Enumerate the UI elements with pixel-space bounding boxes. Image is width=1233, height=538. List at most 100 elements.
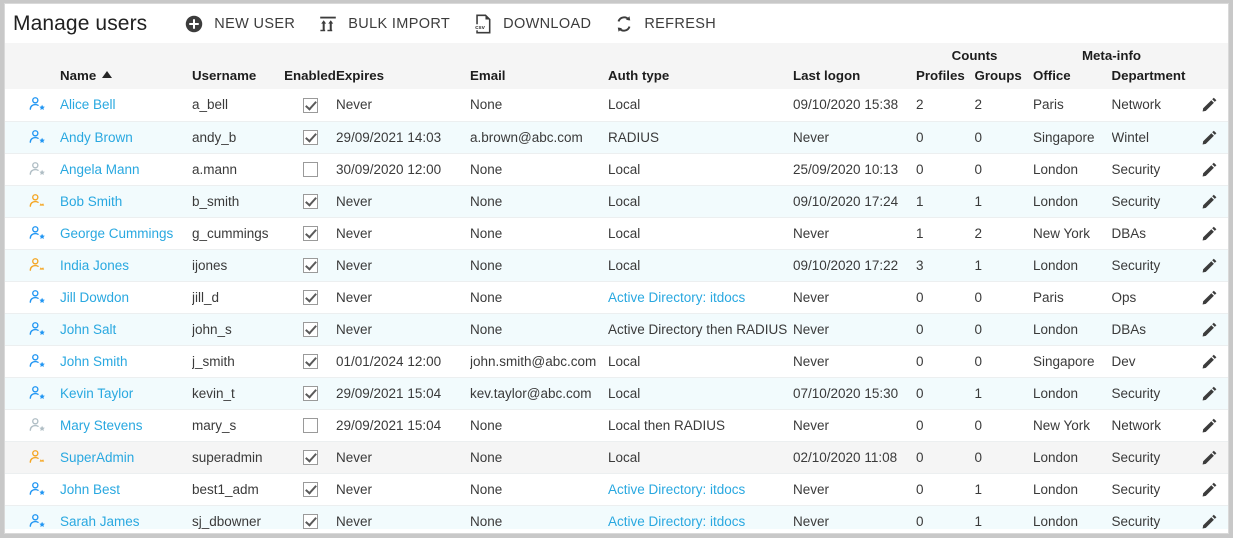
last-logon-cell: Never xyxy=(793,313,916,346)
user-name-link[interactable]: Angela Mann xyxy=(60,162,140,177)
user-name-link[interactable]: John Salt xyxy=(60,322,116,337)
col-header-email[interactable]: Email xyxy=(470,64,608,89)
auth-type-link[interactable]: Active Directory: itdocs xyxy=(608,482,745,497)
auth-type-link[interactable]: Active Directory: itdocs xyxy=(608,290,745,305)
download-button[interactable]: csv DOWNLOAD xyxy=(464,9,605,39)
user-name-link[interactable]: Kevin Taylor xyxy=(60,386,133,401)
table-row[interactable]: Alice Bell a_bell Never None Local 09/10/2020… xyxy=(5,89,1228,122)
enabled-checkbox[interactable] xyxy=(302,129,318,145)
office-cell: New York xyxy=(1033,409,1112,442)
table-row[interactable]: John Salt john_s Never None Active Directory… xyxy=(5,313,1228,346)
auth-type-cell: Local xyxy=(608,345,793,378)
table-row[interactable]: Mary Stevens mary_s 29/09/2021 15:04 None Lo… xyxy=(5,409,1228,442)
enabled-checkbox[interactable] xyxy=(302,161,318,177)
col-header-groups[interactable]: Groups xyxy=(975,64,1034,89)
office-cell: Singapore xyxy=(1033,345,1112,378)
pencil-icon[interactable] xyxy=(1201,353,1218,370)
table-row[interactable]: John Best best1_adm Never None Active Direct… xyxy=(5,473,1228,506)
col-header-edit xyxy=(1190,64,1228,89)
col-header-office[interactable]: Office xyxy=(1033,64,1112,89)
user-name-link[interactable]: Jill Dowdon xyxy=(60,290,129,305)
bulk-import-button[interactable]: BULK IMPORT xyxy=(309,9,464,39)
pencil-icon[interactable] xyxy=(1201,129,1218,146)
user-name-link[interactable]: Alice Bell xyxy=(60,97,116,112)
enabled-checkbox[interactable] xyxy=(302,449,318,465)
enabled-checkbox[interactable] xyxy=(302,193,318,209)
col-header-auth-type[interactable]: Auth type xyxy=(608,64,793,89)
pencil-icon[interactable] xyxy=(1201,161,1218,178)
col-header-name-label: Name xyxy=(60,68,97,83)
auth-type-link[interactable]: Active Directory: itdocs xyxy=(608,514,745,529)
table-row[interactable]: SuperAdmin superadmin Never None Local 02/10/… xyxy=(5,441,1228,474)
auth-type-cell: Local xyxy=(608,185,793,218)
expires-cell: 01/01/2024 12:00 xyxy=(336,345,470,378)
page-title: Manage users xyxy=(13,11,148,35)
enabled-checkbox[interactable] xyxy=(302,513,318,529)
groups-count-cell: 0 xyxy=(974,281,1033,314)
pencil-icon[interactable] xyxy=(1201,193,1218,210)
enabled-checkbox[interactable] xyxy=(302,97,318,113)
table-row[interactable]: Andy Brown andy_b 29/09/2021 14:03 a.brown@… xyxy=(5,121,1228,154)
table-row[interactable]: India Jones ijones Never None Local 09/10/202… xyxy=(5,249,1228,282)
user-name-link[interactable]: George Cummings xyxy=(60,226,173,241)
enabled-checkbox[interactable] xyxy=(302,289,318,305)
col-header-username[interactable]: Username xyxy=(192,64,284,89)
expires-cell: Never xyxy=(336,281,470,314)
table-row[interactable]: Jill Dowdon jill_d Never None Active Directo… xyxy=(5,281,1228,314)
col-header-enabled[interactable]: Enabled xyxy=(284,64,336,89)
table-row[interactable]: Bob Smith b_smith Never None Local 09/10/2020… xyxy=(5,185,1228,218)
pencil-icon[interactable] xyxy=(1201,225,1218,242)
group-spacer-name xyxy=(60,43,192,64)
col-header-department[interactable]: Department xyxy=(1112,64,1191,89)
user-name-link[interactable]: Sarah James xyxy=(60,514,140,529)
profiles-count-cell: 0 xyxy=(916,121,975,154)
pencil-icon[interactable] xyxy=(1201,96,1218,113)
enabled-checkbox[interactable] xyxy=(302,353,318,369)
table-row[interactable]: Angela Mann a.mann 30/09/2020 12:00 None Loc… xyxy=(5,153,1228,186)
department-cell: DBAs xyxy=(1111,313,1190,346)
user-star-icon xyxy=(29,513,46,530)
user-name-link[interactable]: SuperAdmin xyxy=(60,450,134,465)
table-row[interactable]: George Cummings g_cummings Never None Local N… xyxy=(5,217,1228,250)
user-name-link[interactable]: John Best xyxy=(60,482,120,497)
col-header-name[interactable]: Name xyxy=(60,64,192,89)
user-name-link[interactable]: Mary Stevens xyxy=(60,418,143,433)
pencil-icon[interactable] xyxy=(1201,385,1218,402)
office-cell: London xyxy=(1033,473,1112,506)
user-name-link[interactable]: Bob Smith xyxy=(60,194,122,209)
group-spacer-logon xyxy=(793,43,916,64)
user-name-link[interactable]: Andy Brown xyxy=(60,130,133,145)
enabled-checkbox[interactable] xyxy=(302,257,318,273)
enabled-checkbox[interactable] xyxy=(302,321,318,337)
user-name-link[interactable]: India Jones xyxy=(60,258,129,273)
col-header-profiles[interactable]: Profiles xyxy=(916,64,975,89)
pencil-icon[interactable] xyxy=(1201,321,1218,338)
user-name-link[interactable]: John Smith xyxy=(60,354,128,369)
enabled-checkbox[interactable] xyxy=(302,385,318,401)
groups-count-cell: 0 xyxy=(974,153,1033,186)
bulk-import-label: BULK IMPORT xyxy=(348,15,451,32)
table-row[interactable]: Kevin Taylor kevin_t 29/09/2021 15:04 kev.t… xyxy=(5,377,1228,410)
col-header-expires[interactable]: Expires xyxy=(336,64,470,89)
group-spacer-icon xyxy=(5,43,60,64)
enabled-checkbox[interactable] xyxy=(302,225,318,241)
pencil-icon[interactable] xyxy=(1201,481,1218,498)
table-row[interactable]: John Smith j_smith 01/01/2024 12:00 john.sm… xyxy=(5,345,1228,378)
enabled-checkbox[interactable] xyxy=(302,481,318,497)
col-header-last-logon[interactable]: Last logon xyxy=(793,64,916,89)
refresh-button[interactable]: REFRESH xyxy=(605,9,730,39)
pencil-icon[interactable] xyxy=(1201,449,1218,466)
enabled-checkbox[interactable] xyxy=(302,417,318,433)
department-cell: Security xyxy=(1111,153,1190,186)
expires-cell: 29/09/2021 15:04 xyxy=(336,409,470,442)
svg-text:csv: csv xyxy=(475,25,486,31)
pencil-icon[interactable] xyxy=(1201,417,1218,434)
office-cell: New York xyxy=(1033,217,1112,250)
new-user-button[interactable]: NEW USER xyxy=(175,9,309,39)
pencil-icon[interactable] xyxy=(1201,513,1218,530)
pencil-icon[interactable] xyxy=(1201,289,1218,306)
auth-type-cell: Active Directory then RADIUS xyxy=(608,313,793,346)
pencil-icon[interactable] xyxy=(1201,257,1218,274)
group-spacer-auth xyxy=(608,43,793,64)
horizontal-scrollbar[interactable] xyxy=(5,529,1228,533)
